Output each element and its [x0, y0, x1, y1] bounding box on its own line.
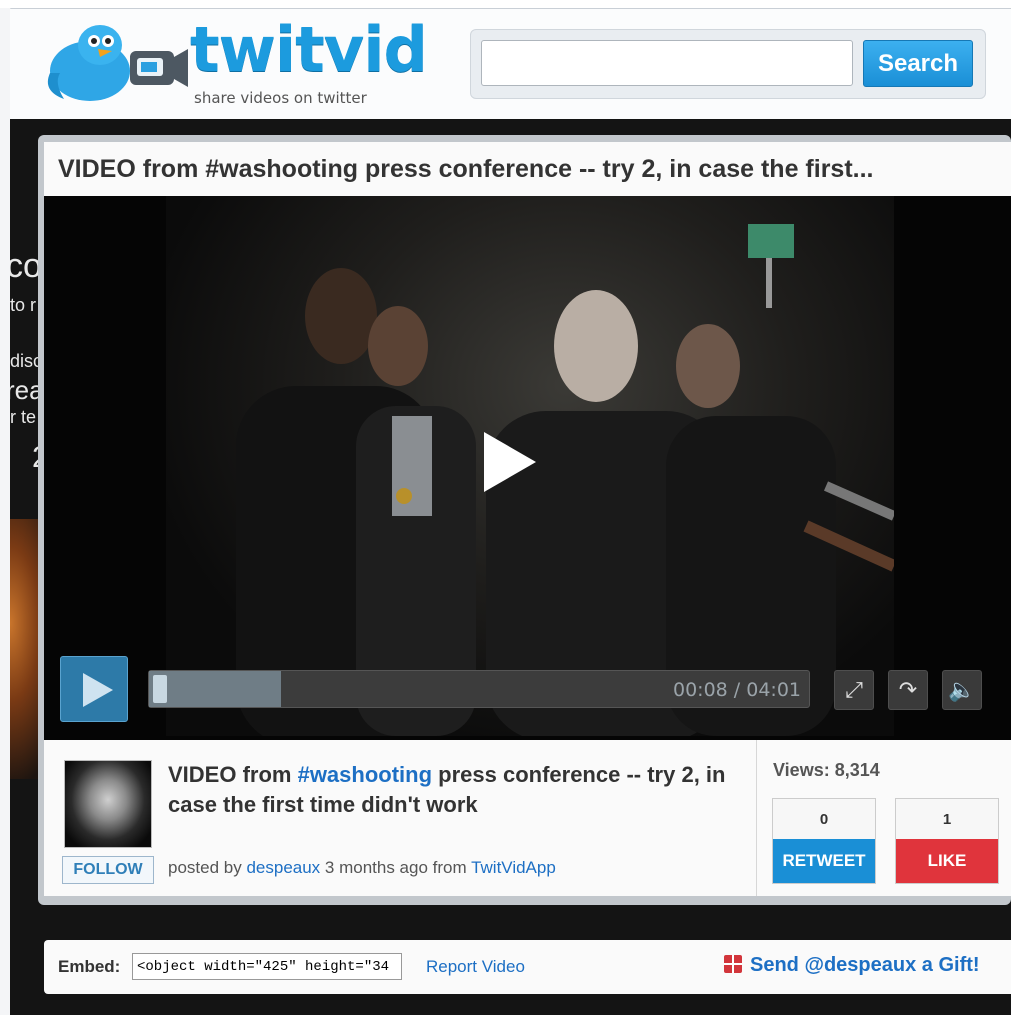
description-text: VIDEO from — [168, 762, 298, 787]
hashtag-link[interactable]: #washooting — [298, 762, 432, 787]
embed-code-field[interactable] — [132, 953, 402, 980]
source-link[interactable]: TwitVidApp — [471, 858, 556, 877]
fullscreen-icon[interactable]: ⤢ — [834, 670, 874, 710]
background-text: r te — [10, 407, 37, 427]
like-count: 1 — [942, 811, 952, 828]
follow-button[interactable]: FOLLOW — [62, 856, 154, 884]
video-player[interactable]: 00:08 / 04:01 ⤢ ↷ 🔈 — [44, 196, 1011, 740]
report-video-link[interactable]: Report Video — [426, 957, 525, 977]
background-text: to r — [10, 295, 37, 315]
like-button[interactable]: LIKE — [896, 839, 998, 883]
video-details: FOLLOW VIDEO from #washooting press conf… — [44, 740, 756, 896]
share-arrow-icon[interactable]: ↷ — [888, 670, 928, 710]
center-play-icon[interactable] — [484, 432, 536, 492]
brand-name[interactable]: twitvid — [190, 19, 428, 81]
retweet-count: 0 — [819, 811, 829, 828]
twitvid-logo-icon[interactable] — [42, 21, 192, 113]
retweet-button[interactable]: RETWEET — [773, 839, 875, 883]
video-info-panel: FOLLOW VIDEO from #washooting press conf… — [44, 740, 1011, 896]
like-box: 1 LIKE — [895, 798, 999, 884]
gift-icon — [724, 955, 742, 973]
embed-bar: Embed: Report Video Send @despeaux a Gif… — [44, 940, 1011, 994]
posted-by: posted by despeaux 3 months ago from Twi… — [168, 858, 556, 878]
video-title-bar: VIDEO from #washooting press conference … — [44, 142, 1011, 196]
progress-handle[interactable] — [153, 675, 167, 703]
video-stats: Views: 8,314 0 RETWEET 1 LIKE — [756, 740, 1011, 896]
search-container: Search — [470, 29, 986, 99]
view-count: Views: 8,314 — [773, 760, 880, 780]
player-controls: 00:08 / 04:01 ⤢ ↷ 🔈 — [60, 654, 990, 726]
posted-prefix: posted by — [168, 858, 247, 877]
posted-time: 3 months ago from — [320, 858, 472, 877]
brand-tagline: share videos on twitter — [194, 89, 367, 107]
site-header: twitvid share videos on twitter Search — [10, 9, 1011, 119]
send-gift-link[interactable]: Send @despeaux a Gift! — [724, 954, 980, 977]
play-icon[interactable] — [60, 656, 128, 722]
embed-label: Embed: — [58, 957, 121, 976]
video-description: VIDEO from #washooting press conference … — [168, 760, 748, 820]
avatar[interactable] — [64, 760, 152, 848]
retweet-box: 0 RETWEET — [772, 798, 876, 884]
video-title: VIDEO from #washooting press conference … — [58, 155, 874, 183]
volume-icon[interactable]: 🔈 — [942, 670, 982, 710]
progress-bar[interactable]: 00:08 / 04:01 — [148, 670, 810, 708]
top-strip — [0, 0, 1011, 9]
progress-fill — [149, 671, 281, 707]
search-input[interactable] — [481, 40, 853, 86]
gift-label[interactable]: Send @despeaux a Gift! — [750, 954, 980, 976]
author-link[interactable]: despeaux — [246, 858, 320, 877]
search-button[interactable]: Search — [863, 40, 973, 87]
time-display: 00:08 / 04:01 — [673, 679, 801, 701]
